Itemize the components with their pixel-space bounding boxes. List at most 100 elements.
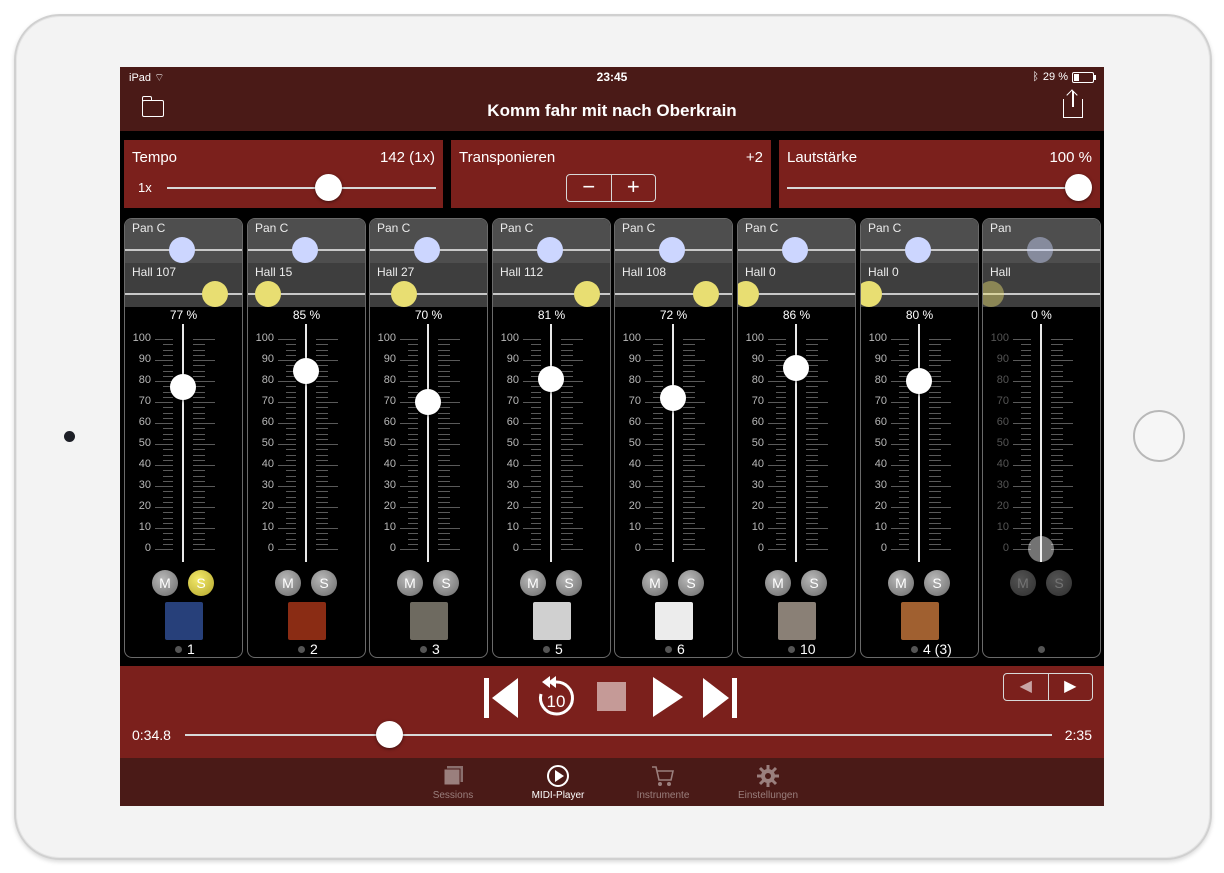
solo-button[interactable]: S	[188, 570, 214, 596]
hall-knob[interactable]	[693, 281, 720, 307]
fader-minor-tick	[193, 354, 205, 356]
rewind-10-icon[interactable]: 10	[534, 674, 578, 720]
fader-minor-tick	[653, 543, 663, 545]
fader-tick	[400, 486, 418, 487]
home-button[interactable]	[1133, 410, 1185, 462]
battery-icon	[1072, 71, 1096, 83]
volume-label: Lautstärke	[787, 149, 858, 166]
fader-minor-tick	[653, 475, 663, 477]
mute-button[interactable]: M	[152, 570, 178, 596]
fader-minor-tick	[561, 470, 573, 472]
volume-fader-knob[interactable]	[906, 368, 932, 394]
hall-knob[interactable]	[738, 281, 759, 307]
tab-einstellungen[interactable]: Einstellungen	[723, 758, 813, 801]
track-nav-arrows[interactable]: ◀ ▶	[1003, 673, 1093, 701]
mute-button[interactable]: M	[765, 570, 791, 596]
share-icon[interactable]	[1063, 91, 1083, 118]
transpose-plus-button[interactable]: +	[612, 175, 656, 201]
volume-fader[interactable]	[182, 324, 184, 562]
solo-button[interactable]: S	[1046, 570, 1072, 596]
hall-knob[interactable]	[254, 281, 281, 307]
mute-button[interactable]: M	[888, 570, 914, 596]
hall-knob[interactable]	[983, 281, 1004, 307]
volume-fader-knob[interactable]	[415, 389, 441, 415]
bass-guitar-icon[interactable]	[901, 602, 939, 640]
skip-forward-icon[interactable]	[703, 678, 739, 718]
fader-minor-tick	[438, 438, 450, 440]
volume-fader[interactable]	[1040, 324, 1042, 562]
prev-arrow-icon[interactable]: ◀	[1004, 674, 1049, 700]
volume-slider[interactable]	[787, 187, 1079, 189]
drum-icon[interactable]	[778, 602, 816, 640]
fader-tick-label: 50	[628, 437, 641, 449]
fader-tick	[806, 339, 828, 340]
activity-led	[175, 646, 182, 653]
pan-knob[interactable]	[905, 237, 931, 263]
tab-sessions[interactable]: Sessions	[408, 758, 498, 801]
transpose-stepper[interactable]: − +	[566, 174, 656, 202]
guitar-icon[interactable]	[288, 602, 326, 640]
fader-tick	[929, 402, 951, 403]
fader-tick	[1051, 486, 1073, 487]
pan-knob[interactable]	[169, 237, 195, 263]
volume-fader-knob[interactable]	[783, 355, 809, 382]
volume-fader-knob[interactable]	[293, 357, 319, 384]
hall-knob[interactable]	[391, 281, 418, 307]
pan-label: Pan C	[132, 221, 166, 235]
fader-minor-tick	[929, 538, 941, 540]
tempo-slider-knob[interactable]	[315, 174, 343, 201]
fader-minor-tick	[929, 470, 941, 472]
fader-tick	[929, 360, 951, 361]
mute-button[interactable]: M	[397, 570, 423, 596]
play-icon[interactable]	[651, 677, 683, 717]
hall-knob[interactable]	[574, 281, 601, 307]
transpose-minus-button[interactable]: −	[567, 175, 612, 201]
pan-knob[interactable]	[659, 237, 685, 263]
volume-fader[interactable]	[672, 324, 674, 562]
saxophone-icon[interactable]	[410, 602, 448, 640]
pan-knob[interactable]	[782, 237, 808, 263]
stop-button[interactable]	[597, 682, 626, 711]
hall-knob[interactable]	[861, 281, 882, 307]
solo-button[interactable]: S	[311, 570, 337, 596]
mute-button[interactable]: M	[520, 570, 546, 596]
accordion-icon[interactable]	[165, 602, 203, 640]
pan-knob[interactable]	[1027, 237, 1053, 263]
next-arrow-icon[interactable]: ▶	[1049, 674, 1093, 700]
mute-button[interactable]: M	[1010, 570, 1036, 596]
position-time: 0:34.8	[132, 727, 171, 743]
progress-slider-knob[interactable]	[375, 721, 403, 748]
progress-slider[interactable]	[185, 734, 1052, 736]
volume-fader-knob[interactable]	[1028, 536, 1054, 562]
clarinet-icon[interactable]	[655, 602, 693, 640]
volume-fader[interactable]	[550, 324, 552, 562]
trumpet-icon[interactable]	[533, 602, 571, 640]
volume-fader[interactable]	[427, 324, 429, 562]
solo-button[interactable]: S	[678, 570, 704, 596]
mute-button[interactable]: M	[275, 570, 301, 596]
hall-knob[interactable]	[202, 281, 229, 307]
hall-slider[interactable]	[370, 293, 487, 295]
fader-minor-tick	[653, 449, 663, 451]
hall-section: Hall 15	[248, 263, 365, 307]
pan-knob[interactable]	[537, 237, 563, 263]
tab-instrumente[interactable]: Instrumente	[618, 758, 708, 801]
volume-fader[interactable]	[918, 324, 920, 562]
fader-tick	[1013, 381, 1031, 382]
tempo-slider[interactable]	[167, 187, 436, 189]
pan-knob[interactable]	[292, 237, 318, 263]
fader-minor-tick	[561, 438, 573, 440]
solo-button[interactable]: S	[433, 570, 459, 596]
pan-knob[interactable]	[414, 237, 440, 263]
fader-minor-tick	[776, 386, 786, 388]
fader-tick	[806, 465, 828, 466]
volume-slider-knob[interactable]	[1065, 174, 1092, 201]
solo-button[interactable]: S	[801, 570, 827, 596]
mute-button[interactable]: M	[642, 570, 668, 596]
skip-back-icon[interactable]	[482, 678, 518, 718]
solo-button[interactable]: S	[556, 570, 582, 596]
tab-midi-player[interactable]: MIDI-Player	[513, 758, 603, 801]
solo-button[interactable]: S	[924, 570, 950, 596]
volume-fader-knob[interactable]	[660, 384, 686, 411]
volume-fader-knob[interactable]	[538, 365, 564, 392]
